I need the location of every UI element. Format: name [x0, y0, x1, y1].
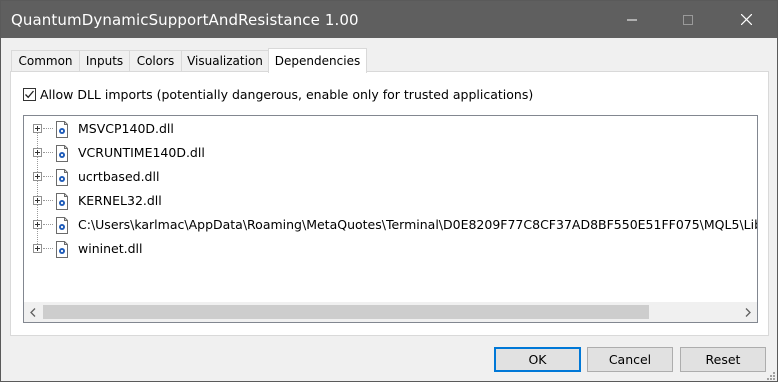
- scroll-right-button[interactable]: [739, 302, 757, 322]
- maximize-icon: [683, 14, 693, 25]
- tree-dots: [43, 200, 53, 202]
- tree-item[interactable]: C:\Users\karlmac\AppData\Roaming\MetaQuo…: [24, 213, 757, 237]
- tree-item-label: ucrtbased.dll: [78, 169, 160, 184]
- minimize-icon: [627, 19, 637, 20]
- expand-icon[interactable]: [33, 148, 42, 157]
- dll-file-icon: [56, 193, 68, 210]
- minimize-button[interactable]: [609, 1, 655, 38]
- horizontal-scrollbar[interactable]: [24, 302, 757, 322]
- allow-dll-row[interactable]: Allow DLL imports (potentially dangerous…: [23, 87, 533, 102]
- tab-visualization[interactable]: Visualization: [181, 50, 269, 71]
- window-title: QuantumDynamicSupportAndResistance 1.00: [11, 11, 359, 29]
- tree-item-label: KERNEL32.dll: [78, 193, 162, 208]
- tree-item-label: MSVCP140D.dll: [78, 121, 174, 136]
- expand-icon[interactable]: [33, 196, 42, 205]
- dependency-list: MSVCP140D.dll VCRUNTIME140D.dll ucrtbase…: [24, 116, 757, 302]
- tree-item[interactable]: wininet.dll: [24, 237, 757, 261]
- tree-item-label: VCRUNTIME140D.dll: [78, 145, 205, 160]
- tree-dots: [43, 224, 53, 226]
- chevron-left-icon: [30, 307, 36, 317]
- reset-button[interactable]: Reset: [680, 347, 766, 372]
- tab-dependencies[interactable]: Dependencies: [268, 48, 367, 73]
- scroll-left-button[interactable]: [24, 302, 42, 322]
- dialog-window: QuantumDynamicSupportAndResistance 1.00 …: [0, 0, 778, 382]
- dll-file-icon: [56, 217, 68, 234]
- allow-dll-checkbox[interactable]: [23, 88, 36, 101]
- tab-inputs[interactable]: Inputs: [79, 50, 130, 71]
- expand-icon[interactable]: [33, 172, 42, 181]
- tree-item-label: wininet.dll: [78, 241, 143, 256]
- dependencies-panel: Allow DLL imports (potentially dangerous…: [10, 71, 769, 336]
- tree-dots: [43, 128, 53, 130]
- tree-dots: [43, 152, 53, 154]
- dll-file-icon: [56, 169, 68, 186]
- tree-item[interactable]: VCRUNTIME140D.dll: [24, 141, 757, 165]
- checkmark-icon: [25, 90, 34, 99]
- title-bar[interactable]: QuantumDynamicSupportAndResistance 1.00: [1, 1, 777, 38]
- dependency-tree[interactable]: MSVCP140D.dll VCRUNTIME140D.dll ucrtbase…: [23, 115, 758, 323]
- allow-dll-label: Allow DLL imports (potentially dangerous…: [40, 87, 534, 102]
- maximize-button[interactable]: [665, 1, 711, 38]
- dll-file-icon: [56, 121, 68, 138]
- tree-dots: [43, 248, 53, 250]
- tab-colors[interactable]: Colors: [129, 50, 182, 71]
- chevron-right-icon: [745, 307, 751, 317]
- tree-item-label: C:\Users\karlmac\AppData\Roaming\MetaQuo…: [78, 217, 757, 232]
- tree-item[interactable]: ucrtbased.dll: [24, 165, 757, 189]
- ok-button[interactable]: OK: [494, 347, 581, 372]
- tab-common[interactable]: Common: [11, 50, 80, 71]
- cancel-button[interactable]: Cancel: [587, 347, 673, 372]
- dll-file-icon: [56, 241, 68, 258]
- expand-icon[interactable]: [33, 244, 42, 253]
- dll-file-icon: [56, 145, 68, 162]
- tree-item[interactable]: KERNEL32.dll: [24, 189, 757, 213]
- close-button[interactable]: [723, 1, 769, 38]
- close-icon: [740, 14, 752, 25]
- scrollbar-thumb[interactable]: [43, 305, 649, 319]
- tree-dots: [43, 176, 53, 178]
- resize-grip-icon[interactable]: [764, 369, 776, 381]
- expand-icon[interactable]: [33, 124, 42, 133]
- expand-icon[interactable]: [33, 220, 42, 229]
- tree-item[interactable]: MSVCP140D.dll: [24, 117, 757, 141]
